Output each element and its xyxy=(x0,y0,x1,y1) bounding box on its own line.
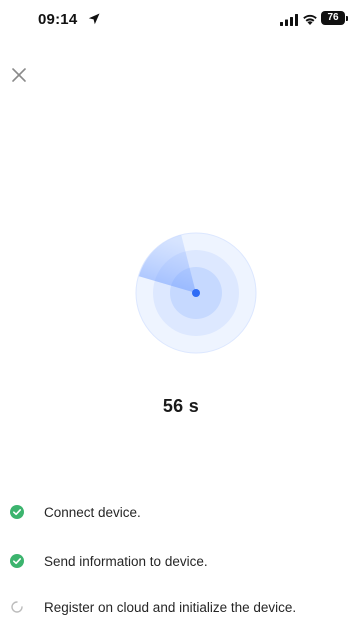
step-label: Register on cloud and initialize the dev… xyxy=(44,599,297,615)
status-time: 09:14 xyxy=(38,11,78,28)
countdown-timer: 56 s xyxy=(162,396,200,416)
step-label: Send information to device. xyxy=(44,553,208,569)
status-bar: 09:14 76 xyxy=(0,0,362,40)
step-register-cloud: Register on cloud and initialize the dev… xyxy=(10,597,296,617)
close-button[interactable] xyxy=(8,64,30,86)
battery-icon: 76 xyxy=(321,11,345,25)
step-label: Connect device. xyxy=(44,504,141,520)
loading-spinner-icon xyxy=(11,601,23,613)
cellular-signal-icon xyxy=(280,14,298,26)
battery-cap xyxy=(346,16,348,21)
wifi-icon xyxy=(303,14,317,25)
radar-center-dot xyxy=(192,289,200,297)
location-arrow-icon xyxy=(88,13,100,25)
check-circle-icon xyxy=(10,554,24,568)
radar-scan-animation xyxy=(135,232,257,354)
battery-level: 76 xyxy=(327,12,339,23)
close-icon xyxy=(12,68,26,82)
check-circle-icon xyxy=(10,505,24,519)
step-connect-device: Connect device. xyxy=(10,502,141,522)
step-send-information: Send information to device. xyxy=(10,551,208,571)
